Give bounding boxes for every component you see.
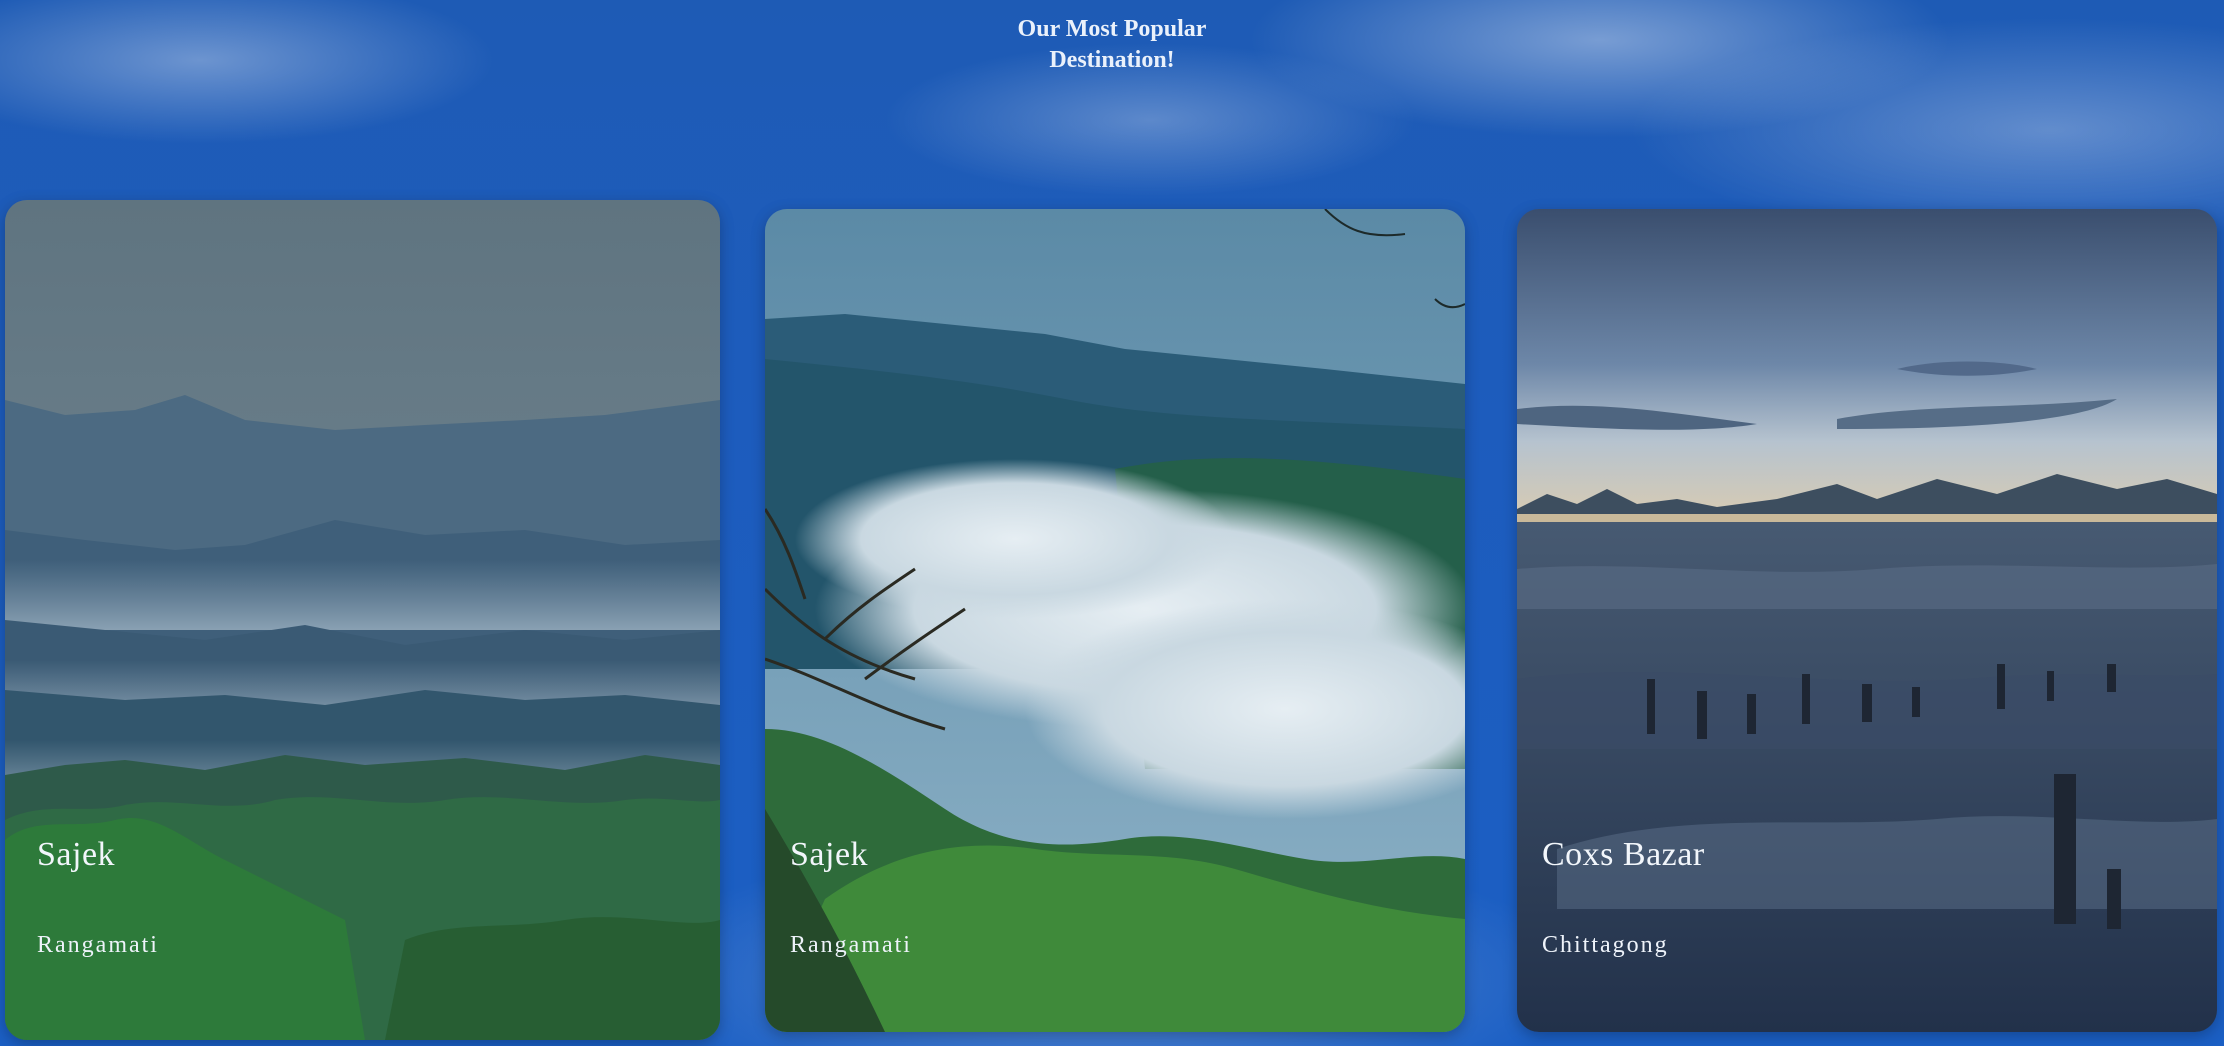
destination-name: Sajek — [37, 836, 116, 873]
destination-card-coxs-bazar[interactable]: Coxs Bazar Chittagong — [1517, 209, 2217, 1032]
destination-image-misty-hills — [5, 200, 720, 1040]
destination-card-sajek-2[interactable]: Sajek Rangamati — [765, 209, 1465, 1032]
page-title: Our Most Popular Destination! — [0, 14, 2224, 76]
page-title-line-1: Our Most Popular — [1017, 16, 1207, 42]
destination-region: Rangamati — [790, 932, 912, 958]
destination-image-cloud-valley — [765, 209, 1465, 1032]
destination-region: Rangamati — [37, 932, 159, 958]
page-title-line-2: Destination! — [1049, 47, 1175, 73]
destination-name: Sajek — [790, 836, 869, 873]
destination-card-sajek-1[interactable]: Sajek Rangamati — [5, 200, 720, 1040]
destination-region: Chittagong — [1542, 932, 1669, 958]
destination-image-beach-dusk — [1517, 209, 2217, 1032]
destination-name: Coxs Bazar — [1542, 836, 1705, 873]
